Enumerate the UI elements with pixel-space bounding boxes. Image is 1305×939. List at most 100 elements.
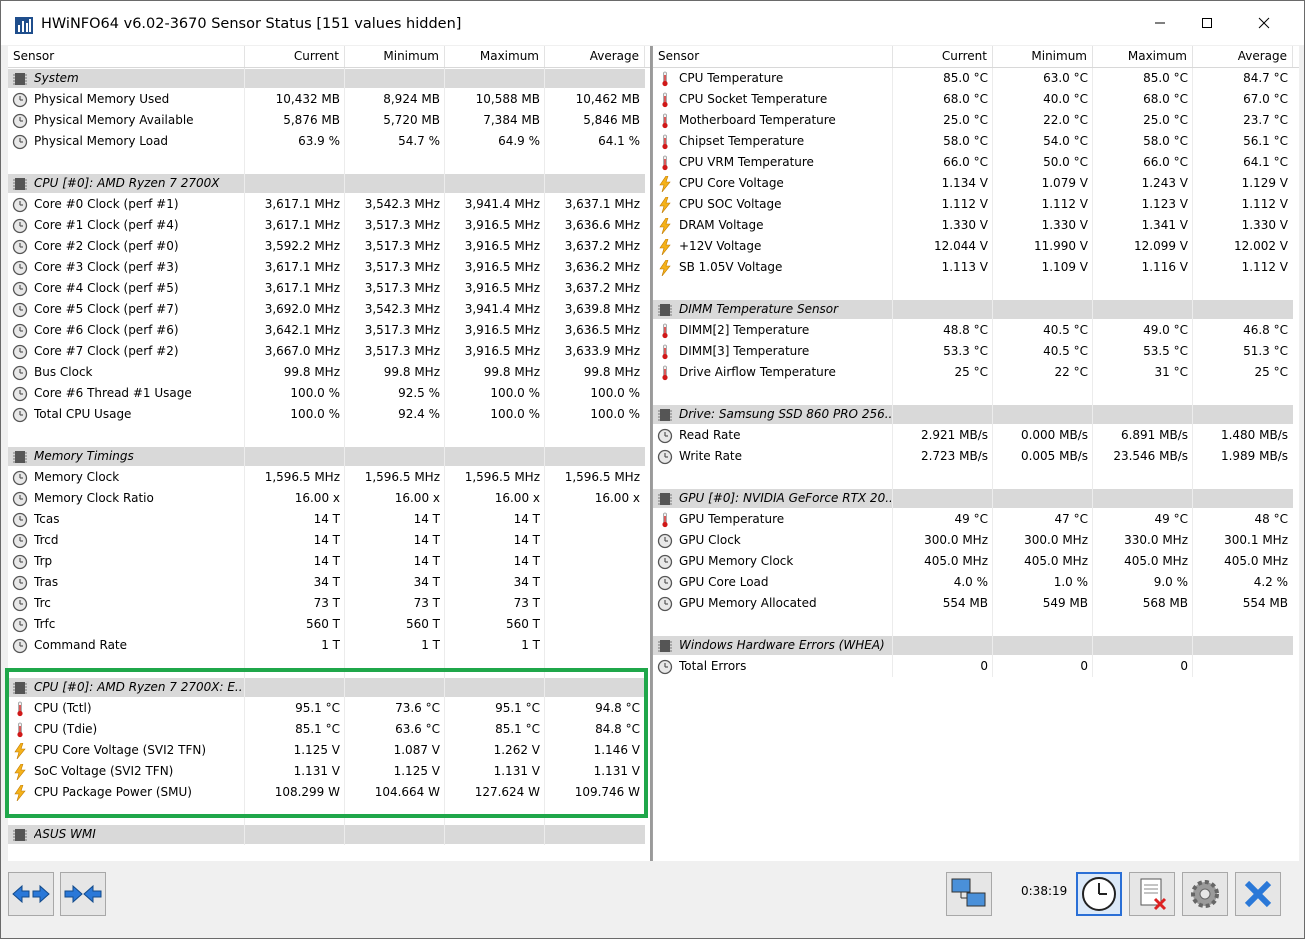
sensor-group-row[interactable]: ASUS WMI: [8, 824, 650, 845]
sensor-group-row[interactable]: Drive: Samsung SSD 860 PRO 256...: [653, 404, 1299, 425]
column-minimum[interactable]: Minimum: [993, 46, 1093, 67]
sensor-group-row[interactable]: GPU [#0]: NVIDIA GeForce RTX 20...: [653, 488, 1299, 509]
sensor-row[interactable]: Total Errors 0 0 0: [653, 656, 1299, 677]
sensor-row[interactable]: Total CPU Usage 100.0 % 92.4 % 100.0 % 100.0…: [8, 404, 650, 425]
column-current[interactable]: Current: [245, 46, 345, 67]
sensor-row[interactable]: Write Rate 2.723 MB/s 0.005 MB/s 23.546 MB/…: [653, 446, 1299, 467]
minimum-value: 1,596.5 MHz: [364, 470, 440, 484]
settings-button[interactable]: [1182, 872, 1228, 916]
minimum-value: 3,517.3 MHz: [364, 260, 440, 274]
sensor-row[interactable]: Core #6 Clock (perf #6) 3,642.1 MHz 3,517.…: [8, 320, 650, 341]
sensor-row[interactable]: Memory Clock 1,596.5 MHz 1,596.5 MHz 1,596.…: [8, 467, 650, 488]
sensor-row[interactable]: CPU SOC Voltage 1.112 V 1.112 V 1.123 V 1.11…: [653, 194, 1299, 215]
column-maximum[interactable]: Maximum: [1093, 46, 1193, 67]
maximum-value: 3,916.5 MHz: [464, 260, 540, 274]
sensor-row[interactable]: GPU Memory Clock 405.0 MHz 405.0 MHz 405.0 …: [653, 551, 1299, 572]
title-bar[interactable]: HWiNFO64 v6.02-3670 Sensor Status [151 v…: [1, 1, 1304, 45]
sensor-row[interactable]: CPU Core Voltage (SVI2 TFN) 1.125 V 1.087 …: [8, 740, 650, 761]
sensor-row[interactable]: Motherboard Temperature 25.0 °C 22.0 °C 25.…: [653, 110, 1299, 131]
sensor-group-row[interactable]: CPU [#0]: AMD Ryzen 7 2700X: [8, 173, 650, 194]
sensor-row[interactable]: SoC Voltage (SVI2 TFN) 1.131 V 1.125 V 1.13…: [8, 761, 650, 782]
sensor-row[interactable]: CPU Socket Temperature 68.0 °C 40.0 °C 68.0…: [653, 89, 1299, 110]
column-separator: [544, 656, 545, 677]
average-value: 109.746 W: [574, 785, 640, 799]
average-value: [545, 635, 645, 656]
sensor-row[interactable]: GPU Core Load 4.0 % 1.0 % 9.0 % 4.2 %: [653, 572, 1299, 593]
column-average[interactable]: Average: [545, 46, 645, 67]
sensor-group-row[interactable]: System: [8, 68, 650, 89]
network-button[interactable]: [946, 872, 992, 916]
close-window-button[interactable]: [1241, 1, 1287, 45]
sensor-table-left[interactable]: Sensor Current Minimum Maximum Average S…: [8, 46, 651, 861]
close-sensors-button[interactable]: [1235, 872, 1281, 916]
current-value: 14 T: [313, 512, 340, 526]
sensor-row[interactable]: Command Rate 1 T 1 T 1 T: [8, 635, 650, 656]
column-current[interactable]: Current: [893, 46, 993, 67]
minimize-icon: [1155, 22, 1165, 24]
sensor-row[interactable]: SB 1.05V Voltage 1.113 V 1.109 V 1.116 V 1.1…: [653, 257, 1299, 278]
sensor-row[interactable]: Core #2 Clock (perf #0) 3,592.2 MHz 3,517.…: [8, 236, 650, 257]
sensor-row[interactable]: CPU (Tdie) 85.1 °C 63.6 °C 85.1 °C 84.8 °C: [8, 719, 650, 740]
sensor-row[interactable]: Core #4 Clock (perf #5) 3,617.1 MHz 3,517.…: [8, 278, 650, 299]
sensor-table-right[interactable]: Sensor Current Minimum Maximum Average C…: [652, 46, 1299, 861]
sensor-row[interactable]: CPU Core Voltage 1.134 V 1.079 V 1.243 V 1.1…: [653, 173, 1299, 194]
sensor-row[interactable]: Trc 73 T 73 T 73 T: [8, 593, 650, 614]
sensor-group-row[interactable]: Windows Hardware Errors (WHEA): [653, 635, 1299, 656]
sensor-row[interactable]: Tcas 14 T 14 T 14 T: [8, 509, 650, 530]
average-value: 94.8 °C: [595, 701, 640, 715]
sensor-row[interactable]: DRAM Voltage 1.330 V 1.330 V 1.341 V 1.330 V: [653, 215, 1299, 236]
spacer-row: [653, 467, 1299, 488]
collapse-button[interactable]: [60, 872, 106, 916]
sensor-row[interactable]: Core #1 Clock (perf #4) 3,617.1 MHz 3,517.…: [8, 215, 650, 236]
sensor-row[interactable]: CPU Package Power (SMU) 108.299 W 104.664 …: [8, 782, 650, 803]
voltage-lightning-icon: [657, 217, 673, 235]
sensor-row[interactable]: Core #3 Clock (perf #3) 3,617.1 MHz 3,517.…: [8, 257, 650, 278]
sensor-row[interactable]: GPU Memory Allocated 554 MB 549 MB 568 MB 55…: [653, 593, 1299, 614]
sensor-row[interactable]: +12V Voltage 12.044 V 11.990 V 12.099 V 12.0…: [653, 236, 1299, 257]
minimize-button[interactable]: [1137, 1, 1183, 45]
sensor-row[interactable]: Tras 34 T 34 T 34 T: [8, 572, 650, 593]
document-delete-icon: [1140, 878, 1167, 911]
sensor-row[interactable]: CPU Temperature 85.0 °C 63.0 °C 85.0 °C 84.7…: [653, 68, 1299, 89]
sensor-clock-icon: [12, 302, 28, 318]
sensor-group-row[interactable]: DIMM Temperature Sensor: [653, 299, 1299, 320]
sensor-clock-icon: [657, 575, 673, 591]
sensor-row[interactable]: Physical Memory Available 5,876 MB 5,720 M…: [8, 110, 650, 131]
sensor-row[interactable]: Trcd 14 T 14 T 14 T: [8, 530, 650, 551]
sensor-row[interactable]: Drive Airflow Temperature 25 °C 22 °C 31 °C…: [653, 362, 1299, 383]
sensor-row[interactable]: Physical Memory Used 10,432 MB 8,924 MB 10,…: [8, 89, 650, 110]
sensor-row[interactable]: Trp 14 T 14 T 14 T: [8, 551, 650, 572]
current-value: 66.0 °C: [943, 155, 988, 169]
column-maximum[interactable]: Maximum: [445, 46, 545, 67]
sensor-row[interactable]: Chipset Temperature 58.0 °C 54.0 °C 58.0 °C…: [653, 131, 1299, 152]
maximize-button[interactable]: [1184, 1, 1230, 45]
sensor-row[interactable]: Physical Memory Load 63.9 % 54.7 % 64.9 % 64…: [8, 131, 650, 152]
sensor-row[interactable]: CPU VRM Temperature 66.0 °C 50.0 °C 66.0 °C…: [653, 152, 1299, 173]
column-average[interactable]: Average: [1193, 46, 1293, 67]
sensor-group-row[interactable]: Memory Timings: [8, 446, 650, 467]
sensor-row[interactable]: Bus Clock 99.8 MHz 99.8 MHz 99.8 MHz 99.8 MH…: [8, 362, 650, 383]
column-sensor[interactable]: Sensor: [653, 46, 893, 67]
sensor-row[interactable]: Core #7 Clock (perf #2) 3,667.0 MHz 3,517.…: [8, 341, 650, 362]
close-icon: [1258, 17, 1270, 29]
sensor-row[interactable]: Trfc 560 T 560 T 560 T: [8, 614, 650, 635]
sensor-row[interactable]: DIMM[2] Temperature 48.8 °C 40.5 °C 49.0 °C…: [653, 320, 1299, 341]
maximum-value: 100.0 %: [490, 386, 540, 400]
sensor-row[interactable]: GPU Temperature 49 °C 47 °C 49 °C 48 °C: [653, 509, 1299, 530]
sensor-row[interactable]: Core #5 Clock (perf #7) 3,692.0 MHz 3,542.…: [8, 299, 650, 320]
column-minimum[interactable]: Minimum: [345, 46, 445, 67]
reset-min-max-button[interactable]: [1129, 872, 1175, 916]
expand-button[interactable]: [8, 872, 54, 916]
column-separator: [444, 803, 445, 824]
column-sensor[interactable]: Sensor: [8, 46, 245, 67]
timer-reset-button[interactable]: [1076, 872, 1122, 916]
sensor-group-row[interactable]: CPU [#0]: AMD Ryzen 7 2700X: E...: [8, 677, 650, 698]
sensor-row[interactable]: Core #6 Thread #1 Usage 100.0 % 92.5 % 100.…: [8, 383, 650, 404]
gear-icon: [1191, 880, 1219, 908]
sensor-row[interactable]: Read Rate 2.921 MB/s 0.000 MB/s 6.891 MB/s 1…: [653, 425, 1299, 446]
sensor-row[interactable]: Core #0 Clock (perf #1) 3,617.1 MHz 3,542.…: [8, 194, 650, 215]
sensor-row[interactable]: GPU Clock 300.0 MHz 300.0 MHz 330.0 MHz 300.…: [653, 530, 1299, 551]
sensor-row[interactable]: Memory Clock Ratio 16.00 x 16.00 x 16.00 x 1…: [8, 488, 650, 509]
sensor-row[interactable]: DIMM[3] Temperature 53.3 °C 40.5 °C 53.5 °C…: [653, 341, 1299, 362]
sensor-row[interactable]: CPU (Tctl) 95.1 °C 73.6 °C 95.1 °C 94.8 °C: [8, 698, 650, 719]
